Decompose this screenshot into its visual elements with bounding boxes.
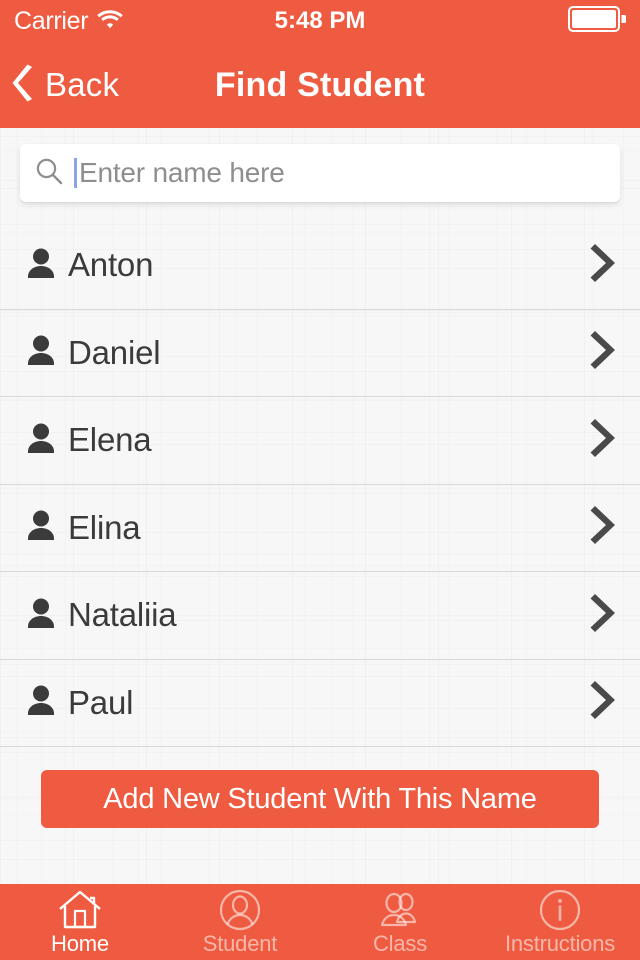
chevron-right-icon[interactable]: [590, 417, 618, 464]
carrier-label: Carrier: [14, 6, 89, 35]
chevron-left-icon: [12, 64, 36, 107]
chevron-right-icon[interactable]: [590, 592, 618, 639]
student-name: Paul: [68, 683, 134, 721]
student-name: Daniel: [68, 333, 161, 371]
status-bar-right: [568, 5, 628, 37]
info-circle-icon: [538, 888, 582, 932]
table-row[interactable]: Anton: [0, 222, 640, 310]
chevron-right-icon[interactable]: [590, 504, 618, 551]
search-input[interactable]: Enter name here: [20, 144, 620, 202]
table-row[interactable]: Paul: [0, 660, 640, 747]
people-group-icon: [376, 888, 424, 932]
tab-class[interactable]: Class: [320, 884, 480, 960]
person-circle-icon: [218, 888, 262, 932]
table-row[interactable]: Elina: [0, 485, 640, 572]
nav-bar: Back Find Student: [0, 42, 640, 128]
status-bar: Carrier 5:48 PM: [0, 0, 640, 42]
search-bar-container: Enter name here: [0, 128, 640, 220]
tab-class-label: Class: [372, 931, 427, 956]
chevron-right-icon[interactable]: [590, 242, 618, 289]
add-button-container: Add New Student With This Name: [0, 756, 640, 884]
tab-instructions-label: Instructions: [504, 931, 616, 956]
person-icon: [26, 597, 56, 634]
student-name: Anton: [68, 246, 154, 284]
back-button-label: Back: [45, 66, 120, 103]
battery-icon: [568, 5, 628, 37]
student-name: Nataliia: [68, 596, 177, 634]
tab-instructions[interactable]: Instructions: [480, 884, 640, 960]
tab-home[interactable]: Home: [0, 884, 160, 960]
table-row[interactable]: Daniel: [0, 310, 640, 397]
chevron-right-icon[interactable]: [590, 329, 618, 376]
tab-student-label: Student: [202, 931, 278, 956]
person-icon: [26, 509, 56, 546]
status-bar-left: Carrier: [14, 7, 123, 36]
search-placeholder: Enter name here: [79, 157, 285, 188]
tab-bar: Home Student Class Instructions: [0, 884, 640, 960]
home-icon: [57, 888, 103, 932]
person-icon: [26, 334, 56, 371]
student-name: Elina: [68, 508, 141, 546]
text-cursor: [74, 158, 77, 188]
chevron-right-icon[interactable]: [590, 679, 618, 726]
add-new-student-button[interactable]: Add New Student With This Name: [41, 770, 599, 828]
person-icon: [26, 684, 56, 721]
tab-home-label: Home: [51, 931, 109, 956]
back-button[interactable]: Back: [0, 42, 129, 128]
table-row[interactable]: Elena: [0, 397, 640, 485]
person-icon: [26, 247, 56, 284]
app-screen: Carrier 5:48 PM Back Find Student Enter …: [0, 0, 640, 960]
table-row[interactable]: Nataliia: [0, 572, 640, 660]
student-list[interactable]: Anton Daniel Elena Elina Nataliia Paul: [0, 220, 640, 756]
person-icon: [26, 422, 56, 459]
student-name: Elena: [68, 421, 152, 459]
wifi-icon: [97, 9, 123, 34]
search-icon: [34, 156, 64, 191]
tab-student[interactable]: Student: [160, 884, 320, 960]
